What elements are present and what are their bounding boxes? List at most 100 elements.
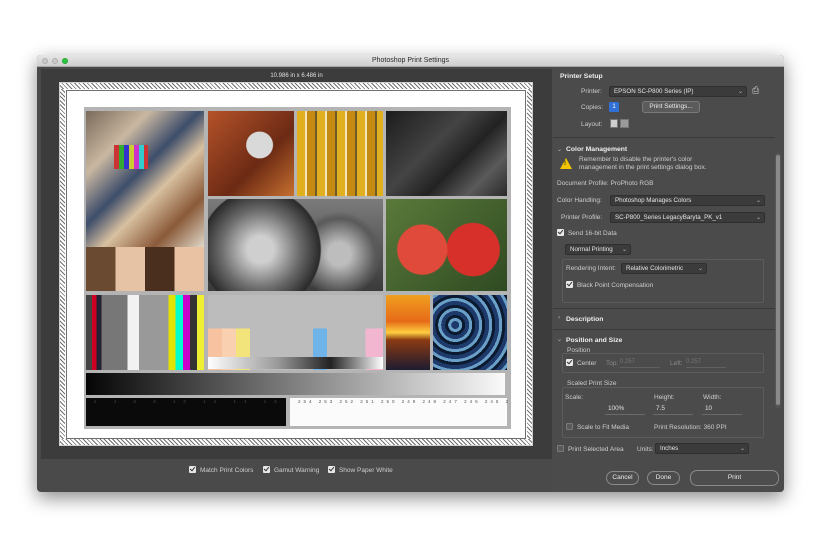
scale-label: Scale: — [565, 394, 584, 401]
done-button[interactable]: Done — [647, 471, 680, 485]
warning-text: Remember to disable the printer's color — [579, 156, 693, 163]
color-management-header[interactable]: Color Management — [566, 146, 627, 153]
color-checker-chart — [114, 145, 148, 169]
leaf-photo — [208, 111, 294, 196]
description-header[interactable]: Description — [566, 316, 603, 323]
aspen-trees-photo — [297, 111, 383, 196]
print-selected-area-label: Print Selected Area — [567, 446, 624, 453]
send-16-bit-option[interactable]: Send 16-bit Data — [557, 229, 617, 237]
chevron-down-icon[interactable]: ⌄ — [557, 146, 562, 153]
top-label: Top: — [606, 360, 619, 367]
normal-printing-select[interactable]: Normal Printing ⌄ — [565, 244, 631, 255]
copies-field[interactable]: 1 — [609, 102, 619, 112]
print-button[interactable]: Print — [690, 470, 779, 486]
scale-to-fit-checkbox[interactable] — [566, 423, 573, 430]
chevron-down-icon[interactable]: ⌄ — [557, 336, 562, 343]
show-paper-white-option[interactable]: Show Paper White — [328, 466, 393, 474]
sunset-photo — [386, 295, 430, 370]
section-divider — [553, 329, 775, 330]
center-label: Center — [576, 360, 597, 367]
send-16-bit-label: Send 16-bit Data — [567, 230, 617, 237]
black-point-option[interactable]: Black Point Compensation — [566, 281, 653, 289]
print-selected-area-option[interactable]: Print Selected Area — [557, 445, 624, 453]
chevron-down-icon: ⌄ — [755, 215, 761, 221]
margin-hatch-bottom — [60, 439, 532, 445]
gamut-warning-label: Gamut Warning — [273, 467, 320, 474]
portraits-strip — [86, 247, 204, 291]
units-label: Units: — [637, 446, 654, 453]
width-label: Width: — [703, 394, 722, 401]
print-selected-area-checkbox[interactable] — [557, 445, 564, 452]
printer-setup-header: Printer Setup — [560, 73, 603, 80]
cancel-button[interactable]: Cancel — [606, 471, 639, 485]
color-handling-label: Color Handling: — [557, 197, 602, 204]
chevron-down-icon: ⌄ — [621, 247, 627, 253]
units-select[interactable]: Inches ⌄ — [655, 443, 749, 454]
landscape-layout-icon[interactable] — [620, 119, 629, 128]
show-paper-white-checkbox[interactable] — [328, 466, 335, 473]
title-bar: Photoshop Print Settings — [37, 55, 784, 67]
show-paper-white-label: Show Paper White — [338, 467, 393, 474]
top-field[interactable]: 0.257 — [620, 359, 660, 368]
settings-panel: Printer Setup Printer: EPSON SC-P800 Ser… — [553, 67, 784, 492]
paper-preview: 2 4 6 8 10 12 14 16 18 20 22 24 254 253 … — [59, 82, 533, 446]
portrait-layout-icon[interactable] — [610, 119, 618, 128]
color-bars-chart — [86, 295, 204, 370]
black-point-label: Black Point Compensation — [576, 282, 654, 289]
gamut-warning-option[interactable]: Gamut Warning — [263, 466, 319, 474]
print-preview-area: 10.986 in x 6.486 in 2 4 6 8 10 12 14 16… — [41, 69, 552, 459]
warning-text: management in the print settings dialog … — [579, 164, 707, 171]
position-size-header[interactable]: Position and Size — [566, 337, 622, 344]
scale-to-fit-option[interactable]: Scale to Fit Media — [566, 423, 629, 431]
printer-profile-label: Printer Profile: — [561, 214, 603, 221]
match-print-colors-option[interactable]: Match Print Colors — [189, 466, 253, 474]
strawberries-photo — [386, 199, 507, 291]
chevron-down-icon: ⌄ — [697, 266, 703, 272]
height-label: Height: — [654, 394, 675, 401]
printable-area[interactable]: 2 4 6 8 10 12 14 16 18 20 22 24 254 253 … — [66, 90, 526, 439]
margin-hatch-right — [527, 89, 532, 439]
preview-options-bar: Match Print Colors Gamut Warning Show Pa… — [37, 460, 548, 492]
margin-hatch-left — [60, 89, 65, 439]
blue-fabric-photo — [433, 295, 507, 370]
test-print-image[interactable]: 2 4 6 8 10 12 14 16 18 20 22 24 254 253 … — [84, 107, 511, 429]
center-option[interactable]: Center — [566, 359, 596, 367]
chevron-right-icon[interactable]: › — [558, 315, 560, 321]
document-profile-label: Document Profile: ProPhoto RGB — [557, 180, 654, 187]
margin-hatch-top — [60, 83, 532, 89]
scrollbar-thumb[interactable] — [776, 155, 780, 405]
center-checkbox[interactable] — [566, 359, 573, 366]
match-print-colors-label: Match Print Colors — [199, 467, 254, 474]
width-field[interactable]: 10 — [702, 405, 742, 415]
print-settings-dialog: Photoshop Print Settings 10.986 in x 6.4… — [37, 55, 784, 492]
left-field[interactable]: 0.257 — [686, 359, 726, 368]
printer-select[interactable]: EPSON SC-P800 Series (IP) ⌄ — [609, 86, 747, 97]
rendering-intent-select[interactable]: Relative Colorimetric ⌄ — [621, 263, 707, 274]
send-16-bit-checkbox[interactable] — [557, 229, 564, 236]
chevron-down-icon: ⌄ — [739, 446, 745, 452]
print-settings-button[interactable]: Print Settings... — [642, 101, 700, 113]
gray-gradient-strip — [86, 373, 505, 395]
section-divider — [553, 137, 775, 138]
highlight-step-numbers: 254 253 252 251 250 249 248 247 246 245 … — [298, 399, 511, 404]
scaled-print-size-label: Scaled Print Size — [567, 380, 617, 387]
grayscale-spheres-photo — [208, 199, 383, 291]
copies-label: Copies: — [581, 104, 604, 111]
gamut-warning-checkbox[interactable] — [263, 466, 270, 473]
window-title: Photoshop Print Settings — [371, 57, 450, 64]
still-life-collage — [86, 111, 204, 247]
printer-profile-select[interactable]: SC-P800_Series LegacyBaryta_PK_v1 ⌄ — [610, 212, 765, 223]
section-divider — [553, 308, 775, 309]
chevron-down-icon: ⌄ — [737, 89, 743, 95]
layout-label: Layout: — [581, 121, 603, 128]
add-printer-icon[interactable]: ⎙ — [752, 85, 759, 96]
black-point-checkbox[interactable] — [566, 281, 573, 288]
warning-icon — [560, 158, 572, 169]
panel-scrollbar[interactable] — [775, 153, 781, 408]
gray-ramp-small — [208, 357, 383, 369]
match-print-colors-checkbox[interactable] — [189, 466, 196, 473]
color-handling-select[interactable]: Photoshop Manages Colors ⌄ — [610, 195, 765, 206]
height-field[interactable]: 7.5 — [653, 405, 693, 415]
scale-field[interactable]: 100% — [605, 405, 645, 415]
printer-label: Printer: — [581, 88, 602, 95]
